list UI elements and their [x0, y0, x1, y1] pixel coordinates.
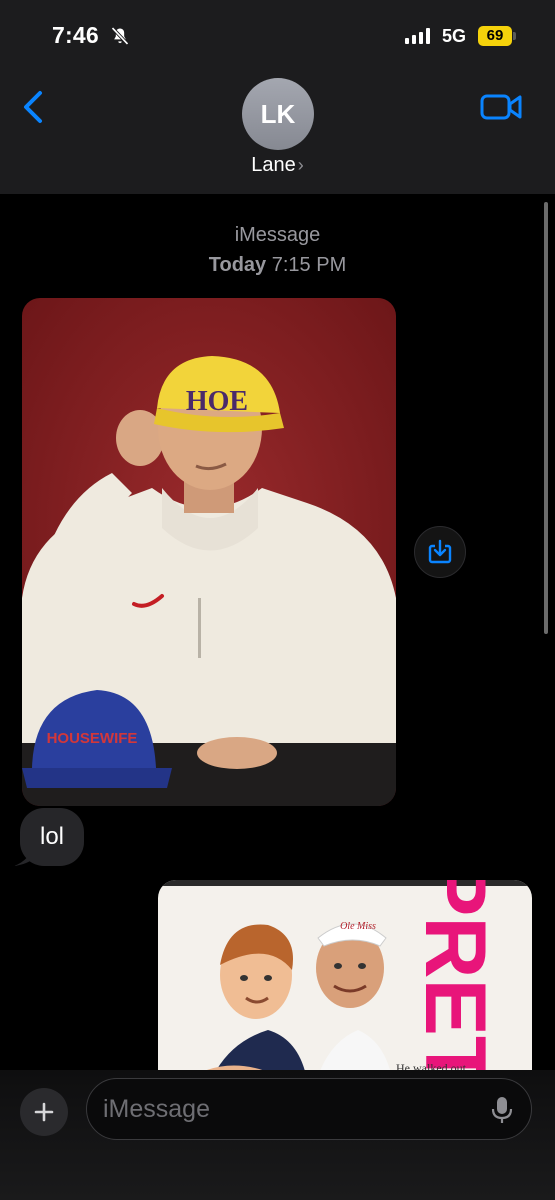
poster-title: PRETT [407, 880, 503, 1070]
status-bar: 7:46 5G 69 [0, 0, 555, 72]
poster-tagline: He walked out [396, 1061, 467, 1070]
contact-name-row[interactable]: Lane › [0, 154, 555, 177]
contact-name: Lane [251, 154, 296, 176]
bell-slash-icon [111, 26, 129, 46]
conversation-header: LK Lane › [0, 72, 555, 194]
hat-text: HOE [186, 386, 248, 417]
message-input[interactable] [103, 1079, 483, 1139]
signal-bars-icon [405, 28, 430, 44]
message-thread[interactable]: iMessage Today 7:15 PM HOE HOUSEWIFE lol… [0, 194, 555, 1070]
sent-photo[interactable]: PRETT He walked out Ole Miss [158, 880, 532, 1070]
service-label: iMessage [234, 224, 321, 246]
video-camera-icon[interactable] [480, 92, 522, 122]
photo-man-in-hats: HOE HOUSEWIFE [22, 298, 396, 806]
microphone-icon[interactable] [491, 1095, 513, 1125]
received-message-bubble[interactable]: lol [20, 808, 85, 866]
save-photo-button[interactable] [414, 526, 466, 578]
timestamp-day: Today [208, 254, 267, 276]
message-field[interactable] [86, 1078, 532, 1140]
compose-bar [0, 1070, 555, 1200]
plus-icon [34, 1102, 54, 1122]
network-type: 5G [442, 26, 467, 46]
back-chevron-icon[interactable] [20, 90, 46, 124]
scrollbar[interactable] [544, 202, 548, 634]
chevron-right-icon: › [297, 155, 304, 175]
apps-plus-button[interactable] [20, 1088, 68, 1136]
received-photo[interactable]: HOE HOUSEWIFE [22, 298, 396, 806]
thread-timestamp: iMessage Today 7:15 PM [0, 220, 555, 280]
poster-cap-text: Ole Miss [340, 921, 376, 932]
timestamp-time: 7:15 PM [271, 254, 347, 276]
contact-avatar[interactable]: LK [242, 78, 314, 150]
download-tray-icon [428, 539, 452, 564]
second-hat-text: HOUSEWIFE [47, 730, 138, 747]
battery-icon: 69 [478, 26, 516, 46]
battery-level: 69 [478, 26, 512, 46]
status-time: 7:46 [52, 22, 99, 48]
photo-movie-poster: PRETT He walked out Ole Miss [158, 880, 532, 1070]
